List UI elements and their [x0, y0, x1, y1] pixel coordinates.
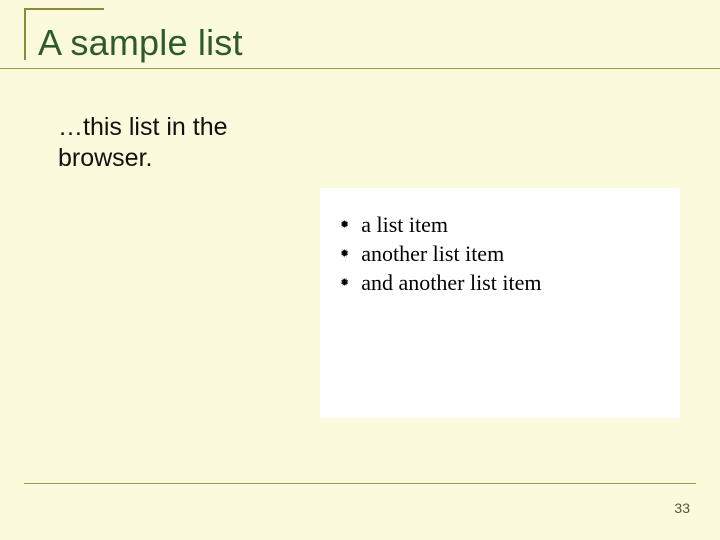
title-block: A sample list	[24, 18, 696, 74]
list-item-text: another list item	[361, 239, 504, 268]
body-area: …this list in the browser.	[58, 112, 696, 175]
caption-line-1: …this list in the	[58, 113, 228, 141]
slide: A sample list …this list in the browser.…	[0, 0, 720, 540]
title-underline	[0, 68, 720, 69]
bullet-icon: ✹	[340, 220, 349, 231]
footer-divider	[24, 483, 696, 484]
list-item: ✹ another list item	[340, 239, 660, 268]
bullet-icon: ✹	[340, 278, 349, 289]
list-item-text: a list item	[361, 210, 448, 239]
list-item-text: and another list item	[361, 268, 541, 297]
browser-rendering-box: ✹ a list item ✹ another list item ✹ and …	[320, 188, 680, 418]
unordered-list: ✹ a list item ✹ another list item ✹ and …	[340, 210, 660, 297]
list-item: ✹ and another list item	[340, 268, 660, 297]
page-number: 33	[674, 500, 690, 516]
title-corner-horizontal	[24, 8, 104, 10]
bullet-icon: ✹	[340, 249, 349, 260]
list-item: ✹ a list item	[340, 210, 660, 239]
title-corner-vertical	[24, 8, 26, 60]
slide-title: A sample list	[24, 18, 696, 64]
caption-text: …this list in the browser.	[58, 112, 308, 175]
caption-line-2: browser.	[58, 144, 152, 172]
